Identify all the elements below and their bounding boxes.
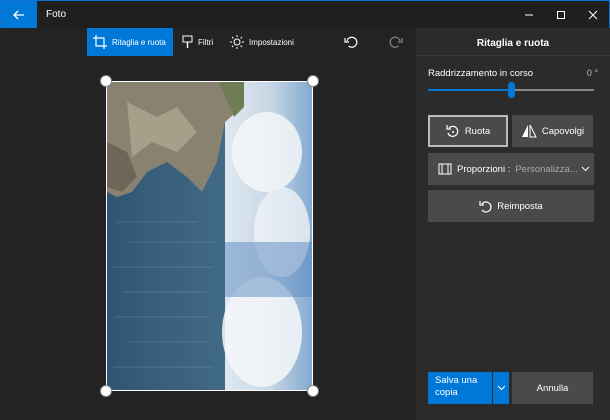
slider-thumb[interactable] [508,82,515,98]
crop-handle-bottom-right[interactable] [307,385,319,397]
crop-rotate-label: Ritaglia e ruota [112,37,166,47]
minimize-icon [525,14,533,16]
settings-tab[interactable]: Impostazioni [224,28,300,56]
redo-icon [389,36,403,48]
divider [416,55,610,56]
crop-rotate-panel: Ritaglia e ruota Raddrizzamento in corso… [416,28,610,420]
close-button[interactable] [577,1,609,29]
undo-icon [344,36,358,48]
crop-handle-top-left[interactable] [100,75,112,87]
panel-title: Ritaglia e ruota [476,38,550,49]
settings-label: Impostazioni [249,37,294,47]
title-bar: Foto [0,0,610,29]
reset-button[interactable]: Reimposta [428,190,594,222]
crop-icon [93,35,107,49]
editor-area: Ritaglia e ruota Filtri Impostazioni [0,28,416,420]
arrow-left-icon [13,10,24,20]
crop-rotate-tab[interactable]: Ritaglia e ruota [87,28,173,56]
sun-icon [230,35,244,49]
redo-button[interactable] [383,28,409,56]
flip-icon [521,124,537,138]
save-copy-button[interactable]: Salva una copia [428,372,492,404]
crop-handle-bottom-left[interactable] [100,385,112,397]
save-copy-label-line2: copia [435,387,458,398]
reset-icon [479,200,492,213]
reset-label: Reimposta [497,200,543,212]
editor-toolbar: Ritaglia e ruota Filtri Impostazioni [0,28,416,56]
back-button[interactable] [1,1,37,29]
rotate-button[interactable]: Ruota [428,115,508,147]
filters-label: Filtri [198,37,214,47]
flip-button[interactable]: Capovolgi [512,115,593,147]
straighten-label: Raddrizzamento in corso [428,68,534,79]
photo-preview[interactable] [106,81,313,391]
seascape-photo [107,82,312,390]
rotate-label: Ruota [464,125,491,137]
crop-handle-top-right[interactable] [307,75,319,87]
maximize-button[interactable] [545,1,577,29]
aspect-ratio-dropdown[interactable]: Proporzioni : Personalizza... [428,153,594,185]
aspect-ratio-icon [438,163,452,175]
minimize-button[interactable] [513,1,545,29]
app-title: Foto [46,9,67,20]
save-options-dropdown[interactable] [493,372,509,404]
flip-label: Capovolgi [541,125,585,137]
save-copy-label-line1: Salva una [435,375,478,386]
straighten-value: 0 ° [586,68,598,78]
close-icon [588,10,598,20]
rotate-icon [446,125,459,137]
filters-tab[interactable]: Filtri [176,28,219,56]
cancel-button[interactable]: Annulla [512,372,593,404]
chevron-down-icon [581,166,590,172]
cancel-label: Annulla [536,382,569,394]
maximize-icon [557,11,565,19]
slider-fill [428,89,511,91]
filter-brush-icon [182,35,193,48]
aspect-ratio-value: Personalizza... [515,163,578,175]
aspect-ratio-label: Proporzioni : [457,163,511,175]
undo-button[interactable] [338,28,364,56]
chevron-down-icon [497,385,505,391]
